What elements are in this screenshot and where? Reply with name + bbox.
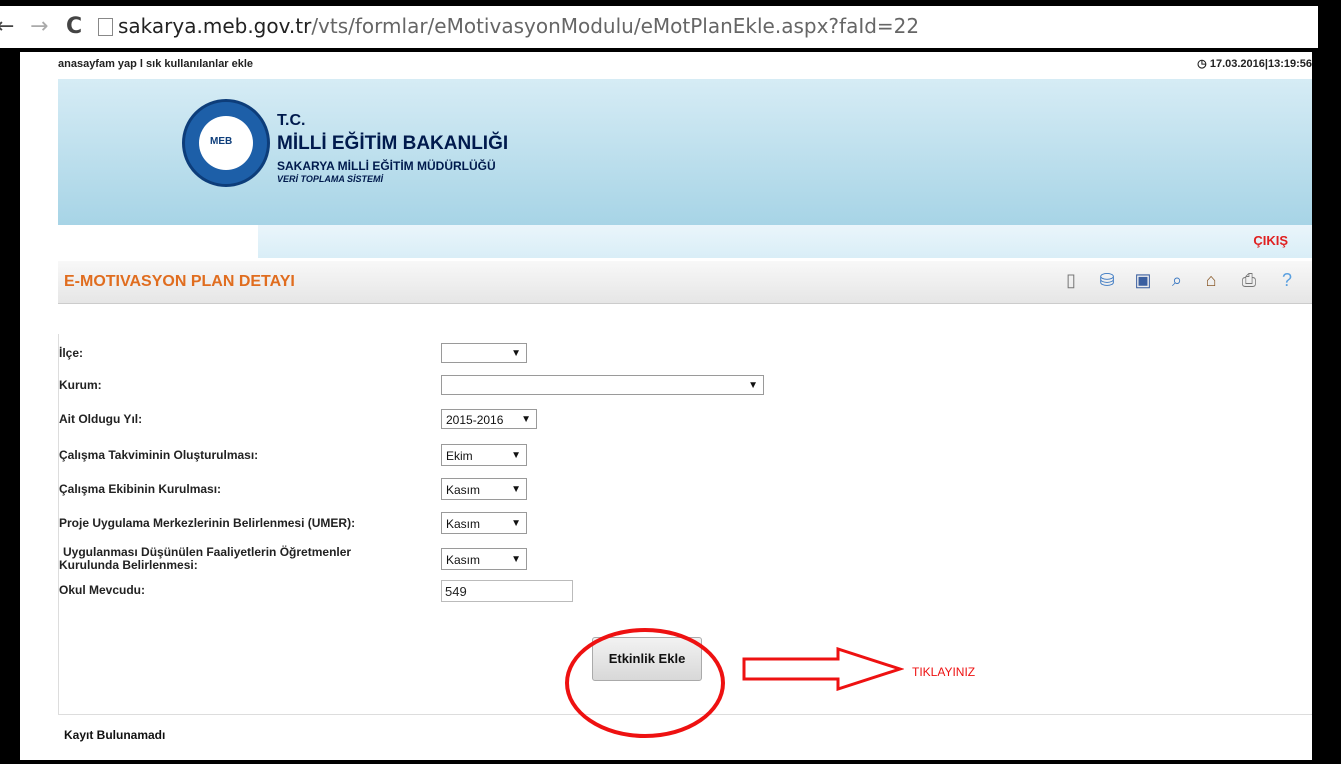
- annotation-arrow-icon: [742, 647, 904, 691]
- home-icon[interactable]: ⌂: [1202, 269, 1220, 291]
- faaliyet-value: Kasım: [446, 553, 481, 567]
- dropdown-arrow-icon: ▼: [511, 484, 521, 495]
- database-icon[interactable]: ⛁: [1098, 269, 1116, 291]
- back-arrow-icon[interactable]: ←: [0, 14, 14, 39]
- ekip-label: Çalışma Ekibinin Kurulması:: [59, 482, 222, 496]
- takvim-label: Çalışma Takviminin Oluşturulması:: [59, 448, 259, 462]
- logo-inner: MEB: [199, 116, 253, 170]
- dropdown-arrow-icon: ▼: [521, 414, 531, 425]
- print-icon[interactable]: ⎙: [1240, 269, 1258, 291]
- url-path: /vts/formlar/eMotivasyonModulu/eMotPlanE…: [311, 14, 920, 38]
- yil-select[interactable]: 2015-2016 ▼: [441, 409, 537, 429]
- clock-icon: ◷: [1197, 58, 1210, 70]
- faaliyet-label-line1: Uygulanması Düşünülen Faaliyetlerin Öğre…: [63, 545, 352, 559]
- system-name: VERİ TOPLAMA SİSTEMİ: [277, 174, 384, 184]
- mevcut-label: Okul Mevcudu:: [59, 583, 146, 597]
- faaliyet-label-line2: Kurulunda Belirlenmesi:: [59, 558, 198, 572]
- page-icon: [98, 18, 113, 36]
- reload-icon[interactable]: C: [66, 14, 82, 39]
- takvim-select[interactable]: Ekim ▼: [441, 444, 527, 466]
- yil-label: Ait Oldugu Yıl:: [59, 412, 143, 426]
- search-icon[interactable]: ⌕: [1168, 269, 1186, 291]
- dropdown-arrow-icon: ▼: [511, 554, 521, 565]
- logo-text: MEB: [210, 136, 233, 147]
- tc-label: T.C.: [277, 112, 306, 129]
- dropdown-arrow-icon: ▼: [511, 450, 521, 461]
- yil-value: 2015-2016: [446, 413, 504, 427]
- no-record-text: Kayıt Bulunamadı: [64, 728, 166, 742]
- ekip-value: Kasım: [446, 483, 481, 497]
- help-icon[interactable]: ?: [1278, 269, 1296, 291]
- page-title: E-MOTIVASYON PLAN DETAYI: [64, 273, 295, 290]
- umer-value: Kasım: [446, 517, 481, 531]
- meb-logo: MEB: [182, 99, 270, 187]
- annotation-text: TIKLAYINIZ: [912, 665, 976, 679]
- umer-select[interactable]: Kasım ▼: [441, 512, 527, 534]
- site-banner: MEB T.C. MİLLİ EĞİTİM BAKANLIĞI SAKARYA …: [58, 79, 1312, 225]
- homepage-favorites-links[interactable]: anasayfam yap l sık kullanılanlar ekle: [58, 58, 253, 70]
- ilce-select[interactable]: ▼: [441, 343, 527, 363]
- faaliyet-select[interactable]: Kasım ▼: [441, 548, 527, 570]
- web-page: anasayfam yap l sık kullanılanlar ekle ◷…: [20, 52, 1312, 760]
- mevcut-input[interactable]: 549: [441, 580, 573, 602]
- datetime-text: 17.03.2016|13:19:56: [1209, 58, 1312, 70]
- ministry-name: MİLLİ EĞİTİM BAKANLIĞI: [277, 133, 509, 154]
- dropdown-arrow-icon: ▼: [511, 518, 521, 529]
- dropdown-arrow-icon: ▼: [748, 380, 758, 391]
- new-document-icon[interactable]: ▯: [1062, 269, 1080, 291]
- page-title-bar: E-MOTIVASYON PLAN DETAYI ▯ ⛁ ▣ ⌕ ⌂ ⎙ ?: [58, 261, 1312, 304]
- datetime-display: ◷ 17.03.2016|13:19:56: [1197, 57, 1312, 70]
- screenshot-frame: ← → C sakarya.meb.gov.tr/vts/formlar/eMo…: [0, 0, 1341, 764]
- logout-link[interactable]: ÇIKIŞ: [1253, 233, 1288, 248]
- kurum-select[interactable]: ▼: [441, 375, 764, 395]
- faaliyet-label: Uygulanması Düşünülen Faaliyetlerin Öğre…: [59, 546, 389, 572]
- umer-label: Proje Uygulama Merkezlerinin Belirlenmes…: [59, 516, 356, 530]
- takvim-value: Ekim: [446, 449, 473, 463]
- annotation-circle: [565, 628, 725, 738]
- directorate-name: SAKARYA MİLLİ EĞİTİM MÜDÜRLÜĞÜ: [277, 159, 496, 173]
- ilce-label: İlçe:: [59, 346, 84, 360]
- kurum-label: Kurum:: [59, 378, 102, 392]
- ekip-select[interactable]: Kasım ▼: [441, 478, 527, 500]
- url-host: sakarya.meb.gov.tr: [118, 14, 312, 38]
- browser-toolbar: ← → C sakarya.meb.gov.tr/vts/formlar/eMo…: [0, 6, 1318, 48]
- logout-strip: ÇIKIŞ: [258, 225, 1312, 258]
- dropdown-arrow-icon: ▼: [511, 348, 521, 359]
- save-icon[interactable]: ▣: [1134, 269, 1152, 291]
- address-bar[interactable]: sakarya.meb.gov.tr/vts/formlar/eMotivasy…: [118, 12, 919, 40]
- forward-arrow-icon[interactable]: →: [30, 14, 48, 39]
- annotation-arrow-shape: [742, 647, 904, 691]
